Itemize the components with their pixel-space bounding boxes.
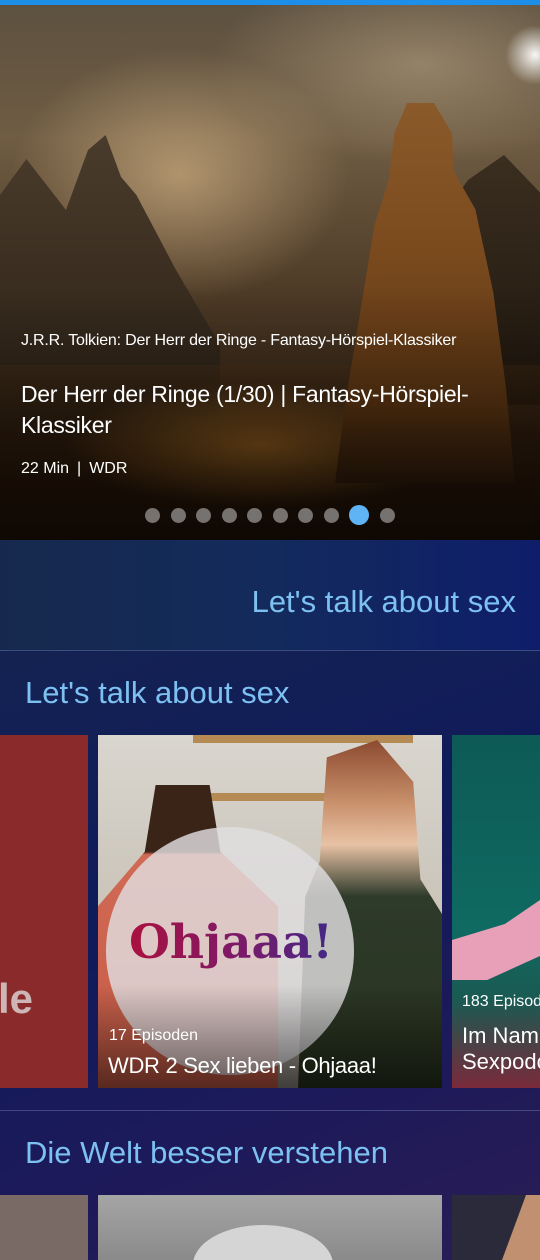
hero-carousel[interactable]: J.R.R. Tolkien: Der Herr der Ringe - Fan… xyxy=(0,5,540,540)
card-title: Im Nam Sexpodc xyxy=(462,1023,540,1075)
carousel-dot[interactable] xyxy=(298,507,313,523)
carousel-dot[interactable] xyxy=(349,505,369,525)
card-image-portrait xyxy=(193,1225,333,1260)
hero-image-light xyxy=(505,25,540,85)
banner-title: Let's talk about sex xyxy=(251,584,516,619)
podcast-card-previous[interactable]: le xyxy=(0,735,88,1088)
card-image-shape xyxy=(452,900,540,980)
podcast-card-ohjaaa[interactable]: Ohjaaa! 17 Episoden WDR 2 Sex lieben - O… xyxy=(98,735,442,1088)
carousel-dot[interactable] xyxy=(247,507,262,523)
carousel-dot[interactable] xyxy=(379,507,395,523)
carousel-dot[interactable] xyxy=(170,507,186,523)
promo-banner[interactable]: Let's talk about sex xyxy=(0,540,540,650)
card-title: WDR 2 Sex lieben - Ohjaaa! xyxy=(108,1053,377,1078)
hero-episode-title[interactable]: Der Herr der Ringe (1/30) | Fantasy-Hörs… xyxy=(21,379,501,441)
podcast-card-previous[interactable] xyxy=(0,1195,88,1260)
hero-series-title: J.R.R. Tolkien: Der Herr der Ringe - Fan… xyxy=(21,332,457,349)
section-divider xyxy=(0,1110,540,1111)
card-episode-count: 183 Episod xyxy=(462,993,540,1010)
hero-meta-separator: | xyxy=(77,460,82,477)
podcast-card-next[interactable]: 183 Episod Im Nam Sexpodc xyxy=(452,735,540,1088)
section-divider xyxy=(0,650,540,651)
card-episode-count: 17 Episoden xyxy=(109,1027,198,1044)
section-title: Let's talk about sex xyxy=(25,675,290,710)
carousel-dot[interactable] xyxy=(323,507,339,523)
podcast-card-next[interactable] xyxy=(452,1195,540,1260)
hero-broadcaster: WDR xyxy=(89,460,128,477)
hero-meta: 22 Min | WDR xyxy=(21,460,127,478)
carousel-dot[interactable] xyxy=(196,507,211,523)
section-title: Die Welt besser verstehen xyxy=(25,1135,388,1170)
carousel-dot[interactable] xyxy=(221,507,237,523)
content-area: Let's talk about sex Let's talk about se… xyxy=(0,540,540,1260)
card-image-shape xyxy=(502,1195,540,1260)
podcast-card[interactable] xyxy=(98,1195,442,1260)
carousel-dot[interactable] xyxy=(272,507,288,523)
hero-duration: 22 Min xyxy=(21,460,70,477)
carousel-dot[interactable] xyxy=(145,507,160,523)
podcast-logo-text: Ohjaaa! xyxy=(116,915,346,970)
card-title-fragment: le xyxy=(0,975,34,1022)
carousel-pagination xyxy=(145,505,405,525)
top-accent-bar xyxy=(0,0,540,5)
card-title-line: Im Nam xyxy=(462,1023,539,1048)
card-image-shelf xyxy=(193,735,413,743)
card-title-line: Sexpodc xyxy=(462,1049,540,1074)
